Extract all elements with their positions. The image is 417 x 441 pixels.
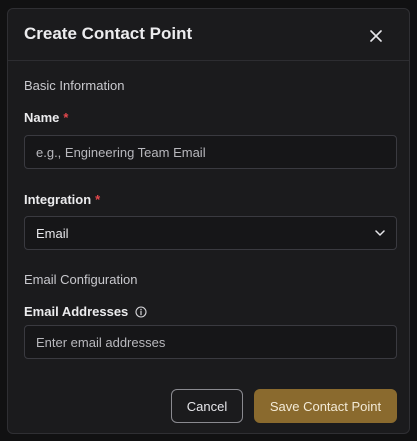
create-contact-point-dialog: Create Contact Point Basic Information N…: [7, 8, 410, 434]
info-icon[interactable]: [135, 305, 147, 318]
section-basic-information: Basic Information: [24, 78, 125, 93]
dialog-header: Create Contact Point: [8, 9, 409, 61]
close-button[interactable]: [365, 25, 387, 47]
save-contact-point-button[interactable]: Save Contact Point: [254, 389, 397, 423]
name-field[interactable]: [24, 135, 397, 169]
email-addresses-label: Email Addresses: [24, 304, 147, 319]
close-icon: [370, 30, 382, 42]
integration-selected-value: Email: [36, 226, 69, 241]
integration-required-mark: *: [95, 192, 101, 207]
email-addresses-field[interactable]: [24, 325, 397, 359]
section-email-configuration: Email Configuration: [24, 272, 138, 287]
dialog-title: Create Contact Point: [24, 24, 193, 43]
name-label-text: Name: [24, 110, 60, 125]
email-addresses-input[interactable]: [25, 326, 396, 358]
email-addresses-label-text: Email Addresses: [24, 304, 129, 319]
name-input[interactable]: [25, 136, 396, 168]
name-required-mark: *: [63, 110, 69, 125]
name-label: Name *: [24, 110, 68, 125]
integration-label: Integration *: [24, 192, 100, 207]
integration-select[interactable]: Email: [24, 216, 397, 250]
integration-label-text: Integration: [24, 192, 92, 207]
cancel-button[interactable]: Cancel: [171, 389, 243, 423]
chevron-down-icon: [374, 227, 386, 239]
